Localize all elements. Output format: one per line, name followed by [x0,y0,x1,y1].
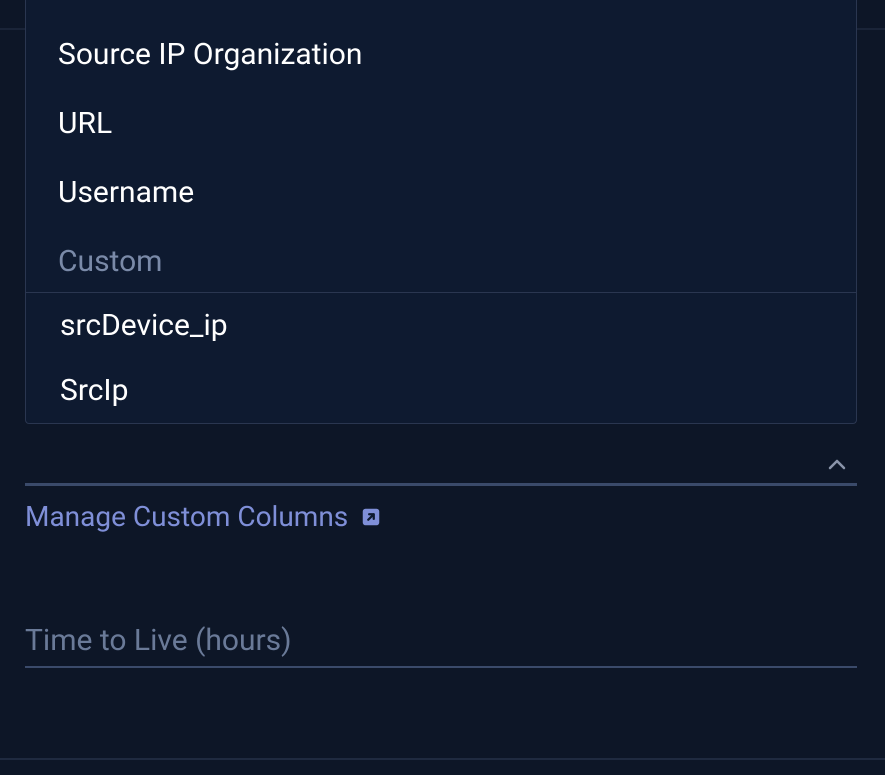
dropdown-item-label: srcDevice_ip [60,308,228,343]
manage-link-label: Manage Custom Columns [25,500,348,533]
column-dropdown-panel: Source IP Organization URL Username Cust… [25,0,857,424]
dropdown-item-source-ip-organization[interactable]: Source IP Organization [26,20,856,89]
dropdown-item-label: SrcIp [60,373,128,408]
dropdown-item-url[interactable]: URL [26,89,856,158]
bottom-divider [0,758,885,760]
dropdown-item-label: URL [58,106,112,141]
external-link-icon [360,506,382,528]
dropdown-item-srcdevice-ip[interactable]: srcDevice_ip [26,293,856,358]
custom-header-label: Custom [58,244,163,279]
dropdown-item-username[interactable]: Username [26,158,856,227]
dropdown-item-label: Source IP Organization [58,37,362,72]
ttl-input-wrapper [25,615,857,668]
column-select-field[interactable]: Manage Custom Columns [25,438,857,533]
dropdown-item-srcip[interactable]: SrcIp [26,358,856,423]
time-to-live-input[interactable] [25,615,857,668]
manage-custom-columns-link[interactable]: Manage Custom Columns [25,500,857,533]
chevron-up-icon[interactable] [825,453,849,477]
custom-section-header: Custom [26,227,856,293]
dropdown-item-label: Username [58,175,194,210]
